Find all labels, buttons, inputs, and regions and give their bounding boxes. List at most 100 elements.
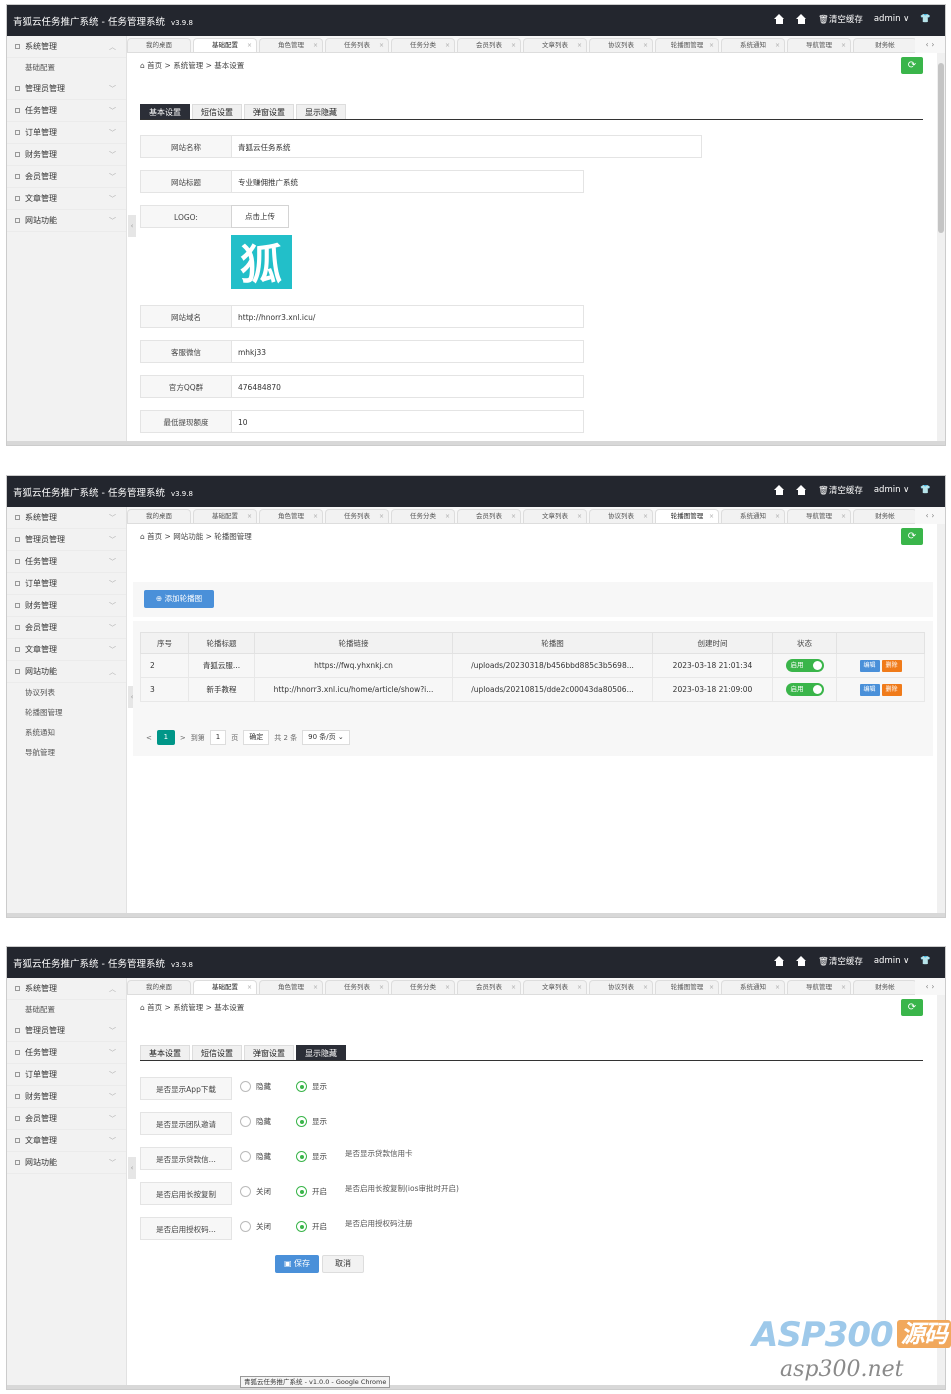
tab-role[interactable]: 角色管理 × [259, 38, 323, 52]
tab-task-list[interactable]: 任务列表 × [325, 38, 389, 52]
sidebar-item-article[interactable]: 文章管理 ﹀ [7, 188, 126, 210]
tab-visibility[interactable]: 显示隐藏 [296, 1045, 346, 1060]
home-icon[interactable] [774, 956, 785, 966]
tab-notice[interactable]: 系统通知 × [721, 980, 785, 994]
delete-button[interactable]: 删除 [881, 659, 902, 672]
tab-task-category[interactable]: 任务分类 × [391, 38, 455, 52]
close-icon[interactable]: × [247, 39, 252, 52]
radio-hide[interactable]: 隐藏 [240, 1081, 271, 1092]
shirt-icon[interactable]: 👕 [920, 14, 931, 24]
sidebar-item-order[interactable]: 订单管理 ﹀ [7, 573, 126, 595]
radio-show[interactable]: 显示 [296, 1116, 327, 1127]
tab-banner[interactable]: 轮播图管理 × [655, 509, 719, 523]
sidebar-item-site[interactable]: 网站功能 ﹀ [7, 210, 126, 232]
tab-basic-config[interactable]: 基础配置 × [193, 980, 257, 994]
status-toggle[interactable]: 启用 [785, 659, 824, 672]
radio-off[interactable]: 关闭 [240, 1221, 271, 1232]
sidebar-item-system[interactable]: 系统管理 ︿ [7, 978, 126, 1000]
tab-article-list[interactable]: 文章列表 × [523, 980, 587, 994]
tab-banner[interactable]: 轮播图管理 × [655, 38, 719, 52]
add-banner-button[interactable]: ⊕ 添加轮播图 [144, 590, 214, 608]
shirt-icon[interactable]: 👕 [920, 956, 931, 966]
tab-nav[interactable]: 导航管理 × [787, 38, 851, 52]
radio-on[interactable]: 开启 [296, 1221, 327, 1232]
radio-show[interactable]: 显示 [296, 1151, 327, 1162]
tab-role[interactable]: 角色管理 × [259, 509, 323, 523]
tab-role[interactable]: 角色管理 × [259, 980, 323, 994]
sidebar-item-basic-config[interactable]: 基础配置 [7, 58, 126, 78]
sidebar-item-site[interactable]: 网站功能 ︿ [7, 661, 126, 683]
tab-task-list[interactable]: 任务列表 × [325, 980, 389, 994]
tab-sms-settings[interactable]: 短信设置 [192, 104, 242, 119]
sidebar-item-task[interactable]: 任务管理 ﹀ [7, 551, 126, 573]
scrollbar[interactable] [937, 524, 945, 917]
tab-scroll-arrows[interactable]: ‹ › [915, 978, 945, 995]
tab-article-list[interactable]: 文章列表 × [523, 38, 587, 52]
tab-banner[interactable]: 轮播图管理 × [655, 980, 719, 994]
sidebar-item-site[interactable]: 网站功能 ﹀ [7, 1152, 126, 1174]
sidebar-collapse-handle[interactable]: ‹ [128, 215, 136, 237]
user-menu[interactable]: admin ∨ [874, 956, 910, 966]
home-icon[interactable] [796, 14, 807, 24]
clear-cache-button[interactable]: 🗑清空缓存 [818, 13, 863, 25]
tab-nav[interactable]: 导航管理 × [787, 509, 851, 523]
tab-nav[interactable]: 导航管理 × [787, 980, 851, 994]
tab-scroll-arrows[interactable]: ‹ › [915, 507, 945, 524]
status-toggle[interactable]: 启用 [785, 683, 824, 696]
user-menu[interactable]: admin ∨ [874, 485, 910, 495]
tab-basic-settings[interactable]: 基本设置 [140, 104, 190, 119]
tab-desktop[interactable]: 我的桌面 [127, 509, 191, 523]
tab-desktop[interactable]: 我的桌面 [127, 980, 191, 994]
tab-task-category[interactable]: 任务分类 × [391, 980, 455, 994]
tab-popup-settings[interactable]: 弹窗设置 [244, 1045, 294, 1060]
sidebar-item-basic-config[interactable]: 基础配置 [7, 1000, 126, 1020]
sidebar-collapse-handle[interactable]: ‹ [128, 1157, 136, 1179]
sidebar-item-banner[interactable]: 轮播图管理 [7, 703, 126, 723]
sidebar-item-task[interactable]: 任务管理 ﹀ [7, 100, 126, 122]
tab-finance[interactable]: 财务帐 [853, 980, 917, 994]
sidebar-item-system[interactable]: 系统管理 ﹀ [7, 507, 126, 529]
page-confirm-button[interactable]: 确定 [243, 730, 270, 745]
site-title-input[interactable]: 专业赚佣推广系统 [231, 170, 584, 193]
radio-off[interactable]: 关闭 [240, 1186, 271, 1197]
tab-basic-settings[interactable]: 基本设置 [140, 1045, 190, 1060]
close-icon[interactable]: × [709, 510, 714, 523]
tab-protocol-list[interactable]: 协议列表 × [589, 38, 653, 52]
clear-cache-button[interactable]: 🗑清空缓存 [818, 484, 863, 496]
sidebar-item-finance[interactable]: 财务管理 ﹀ [7, 1086, 126, 1108]
next-page[interactable]: > [180, 734, 186, 742]
upload-button[interactable]: 点击上传 [231, 205, 289, 228]
tab-article-list[interactable]: 文章列表 × [523, 509, 587, 523]
tab-member-list[interactable]: 会员列表 × [457, 509, 521, 523]
tab-notice[interactable]: 系统通知 × [721, 509, 785, 523]
home-icon[interactable] [796, 956, 807, 966]
tab-desktop[interactable]: 我的桌面 [127, 38, 191, 52]
clear-cache-button[interactable]: 🗑清空缓存 [818, 955, 863, 967]
qq-input[interactable]: 476484870 [231, 375, 584, 398]
tab-basic-config[interactable]: 基础配置 × [193, 509, 257, 523]
shirt-icon[interactable]: 👕 [920, 485, 931, 495]
domain-input[interactable]: http://hnorr3.xnl.icu/ [231, 305, 584, 328]
sidebar-item-system[interactable]: 系统管理 ︿ [7, 36, 126, 58]
sidebar-item-order[interactable]: 订单管理 ﹀ [7, 1064, 126, 1086]
sidebar-item-admin[interactable]: 管理员管理 ﹀ [7, 78, 126, 100]
home-icon[interactable] [796, 485, 807, 495]
sidebar-item-protocol[interactable]: 协议列表 [7, 683, 126, 703]
sidebar-item-article[interactable]: 文章管理 ﹀ [7, 639, 126, 661]
sidebar-item-finance[interactable]: 财务管理 ﹀ [7, 144, 126, 166]
sidebar-item-nav[interactable]: 导航管理 [7, 743, 126, 763]
tab-protocol-list[interactable]: 协议列表 × [589, 509, 653, 523]
sidebar-item-article[interactable]: 文章管理 ﹀ [7, 1130, 126, 1152]
sidebar-item-notice[interactable]: 系统通知 [7, 723, 126, 743]
tab-sms-settings[interactable]: 短信设置 [192, 1045, 242, 1060]
tab-protocol-list[interactable]: 协议列表 × [589, 980, 653, 994]
page-size-select[interactable]: 90 条/页 ⌄ [302, 730, 350, 745]
tab-scroll-arrows[interactable]: ‹ › [915, 36, 945, 53]
radio-hide[interactable]: 隐藏 [240, 1116, 271, 1127]
sidebar-item-member[interactable]: 会员管理 ﹀ [7, 617, 126, 639]
tab-member-list[interactable]: 会员列表 × [457, 38, 521, 52]
delete-button[interactable]: 删除 [881, 683, 902, 696]
user-menu[interactable]: admin ∨ [874, 14, 910, 24]
home-icon[interactable] [774, 485, 785, 495]
tab-task-list[interactable]: 任务列表 × [325, 509, 389, 523]
